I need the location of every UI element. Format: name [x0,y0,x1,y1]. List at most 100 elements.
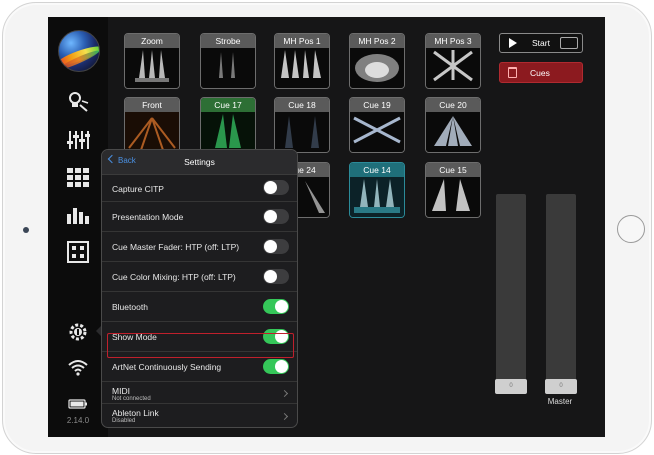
scene-tile[interactable]: MH Pos 1 [274,33,330,89]
scene-thumbnail [426,48,480,88]
row-sublabel: Not connected [112,396,151,402]
presentation-mode-switch[interactable] [263,209,289,224]
faders-icon[interactable] [66,129,90,151]
settings-row-show-mode: Show Mode [102,322,297,352]
popover-header: Back Settings [102,150,297,175]
popover-title: Settings [184,157,215,167]
scene-label: MH Pos 1 [275,34,329,48]
cue-master-fader-switch[interactable] [263,239,289,254]
scene-tile[interactable]: Cue 20 [425,97,481,153]
start-label: Start [532,38,550,48]
scene-label: Cue 18 [275,98,329,112]
settings-row-cue-color-mixing: Cue Color Mixing: HTP (off: LTP) [102,262,297,292]
wifi-icon [66,356,90,378]
settings-row-midi[interactable]: MIDI Not connected [102,382,297,404]
grid-icon[interactable] [66,167,90,189]
scene-label: Cue 19 [350,98,404,112]
app-logo [58,30,100,72]
scene-thumbnail [201,48,255,88]
app-screen: 2.14.0 Zoom Strobe MH Pos 1 MH Pos 2 MH … [48,17,605,437]
row-label: ArtNet Continuously Sending [112,362,222,372]
scene-label: MH Pos 2 [350,34,404,48]
row-label: Presentation Mode [112,212,184,222]
switch-knob [275,330,288,343]
scene-label: Zoom [125,34,179,48]
scene-tile[interactable]: Cue 17 [200,97,256,153]
scene-thumbnail [350,112,404,152]
settings-row-presentation-mode: Presentation Mode [102,202,297,232]
row-label: Ableton Link [112,408,159,418]
settings-row-bluetooth: Bluetooth [102,292,297,322]
switch-knob [264,210,277,223]
scene-tile[interactable]: Cue 15 [425,162,481,218]
lamp-fixture-icon[interactable] [66,91,90,113]
scene-tile[interactable]: Zoom [124,33,180,89]
scene-thumbnail [125,112,179,152]
settings-popover: Back Settings Capture CITP Presentation … [101,149,298,428]
app-version: 2.14.0 [66,416,90,425]
chevron-right-icon [280,412,289,421]
scene-tile[interactable]: MH Pos 3 [425,33,481,89]
sidebar: 2.14.0 [48,17,108,437]
scene-thumbnail [426,112,480,152]
home-button[interactable] [617,215,645,243]
row-label: Bluetooth [112,302,148,312]
play-icon [509,38,517,48]
scene-thumbnail [350,177,404,217]
chevron-right-icon [280,389,289,398]
artnet-switch[interactable] [263,359,289,374]
master-label: Master [547,397,573,406]
scene-tile[interactable]: Cue 19 [349,97,405,153]
master-fader-track[interactable]: 0 [545,194,577,394]
scene-label: Cue 17 [201,98,255,112]
switch-knob [264,181,277,194]
scene-thumbnail [350,48,404,88]
patch-icon[interactable] [66,241,90,263]
scene-thumbnail [275,48,329,88]
scene-tile[interactable]: Cue 14 [349,162,405,218]
scene-label: Front [125,98,179,112]
start-button[interactable]: Start [499,33,583,53]
fader-track[interactable]: 0 [495,194,527,394]
row-label: Show Mode [112,332,157,342]
scene-thumbnail [125,48,179,88]
bluetooth-switch[interactable] [263,299,289,314]
scene-thumbnail [275,112,329,152]
row-label: Capture CITP [112,184,164,194]
scene-tile[interactable]: Front [124,97,180,153]
capture-citp-switch[interactable] [263,180,289,195]
toggle-icon[interactable] [560,37,578,49]
master-fader-handle[interactable]: 0 [545,379,577,394]
switch-knob [264,240,277,253]
settings-row-artnet: ArtNet Continuously Sending [102,352,297,382]
scene-tile[interactable]: Cue 18 [274,97,330,153]
scene-thumbnail [201,112,255,152]
scene-label: Cue 14 [350,163,404,177]
cue-color-mixing-switch[interactable] [263,269,289,284]
switch-knob [275,300,288,313]
scene-label: MH Pos 3 [426,34,480,48]
scene-label: Cue 15 [426,163,480,177]
cues-button[interactable]: Cues [499,62,583,83]
fader-handle[interactable]: 0 [495,379,527,394]
scene-thumbnail [426,177,480,217]
switch-knob [264,270,277,283]
settings-row-capture-citp: Capture CITP [102,174,297,202]
scene-tile[interactable]: MH Pos 2 [349,33,405,89]
show-mode-switch[interactable] [263,329,289,344]
scene-label: Cue 20 [426,98,480,112]
cues-label: Cues [530,68,550,78]
settings-row-ableton-link[interactable]: Ableton Link Disabled [102,404,297,427]
settings-row-cue-master-fader: Cue Master Fader: HTP (off: LTP) [102,232,297,262]
scene-label: Strobe [201,34,255,48]
front-camera [23,227,29,233]
row-sublabel: Disabled [112,418,136,424]
switch-knob [275,360,288,373]
battery-icon [66,394,90,416]
row-label: Cue Master Fader: HTP (off: LTP) [112,242,240,252]
scene-tile[interactable]: Strobe [200,33,256,89]
row-label: MIDI [112,386,130,396]
equalizer-icon[interactable] [66,204,90,226]
row-label: Cue Color Mixing: HTP (off: LTP) [112,272,236,282]
settings-gear-icon[interactable] [66,321,90,343]
